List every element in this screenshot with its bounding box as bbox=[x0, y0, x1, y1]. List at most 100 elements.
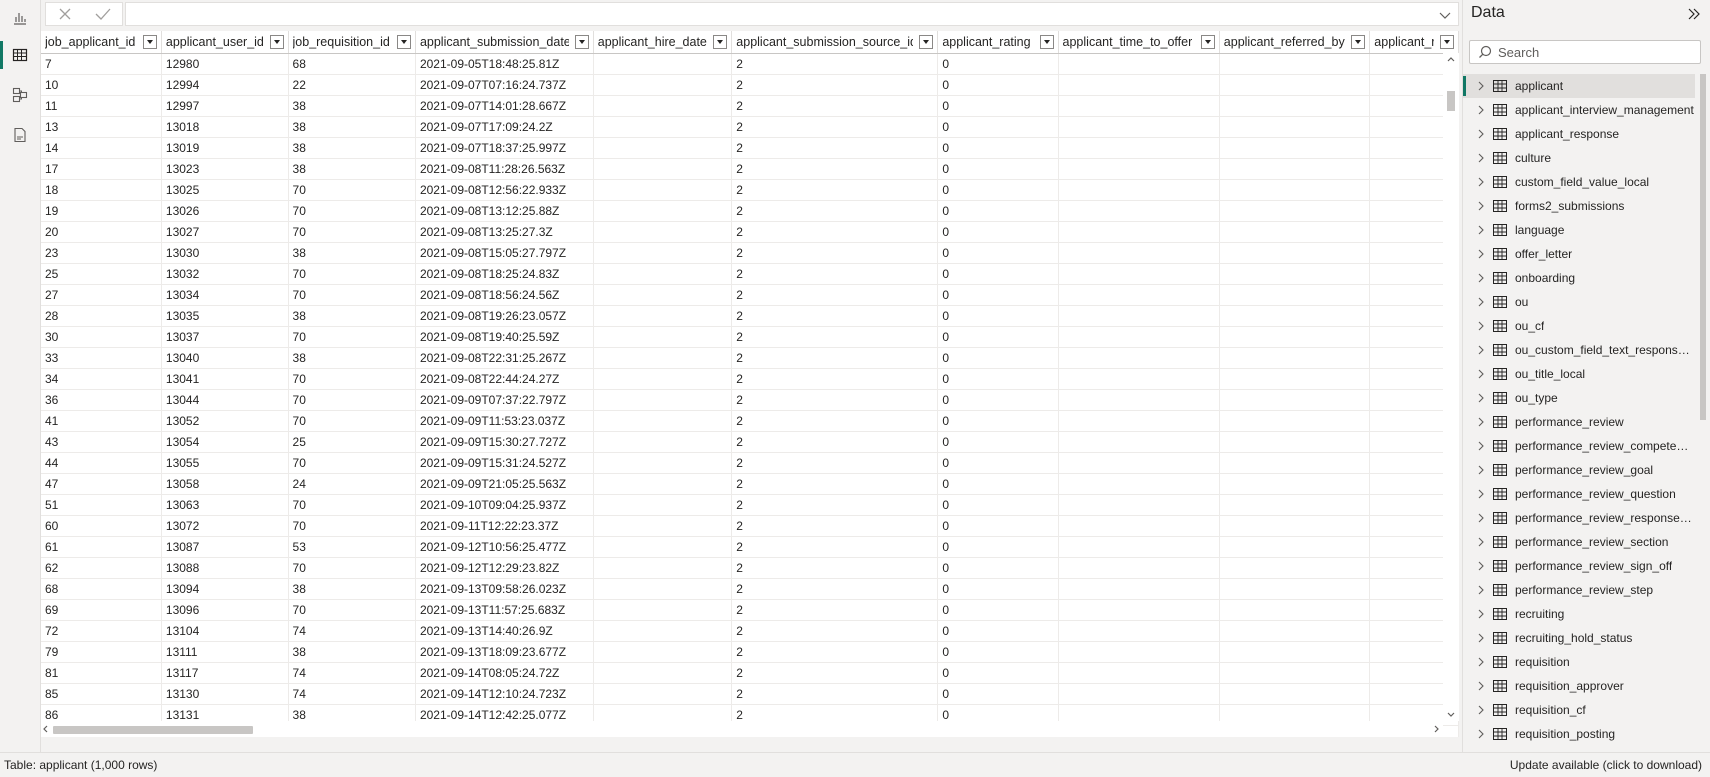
table-cell[interactable]: 12994 bbox=[161, 74, 289, 96]
table-cell[interactable]: 27 bbox=[41, 284, 162, 306]
table-cell[interactable]: 13054 bbox=[161, 431, 289, 453]
table-cell[interactable]: 13026 bbox=[161, 200, 289, 222]
table-cell[interactable]: 13063 bbox=[161, 494, 289, 516]
filter-dropdown-icon[interactable] bbox=[1200, 35, 1215, 49]
table-cell[interactable] bbox=[593, 578, 733, 600]
table-cell[interactable]: 70 bbox=[288, 494, 416, 516]
table-row[interactable]: 33 13040 38 2021-09-08T22:31:25.267Z 2 0 bbox=[41, 347, 1459, 369]
table-cell[interactable]: 41 bbox=[41, 410, 162, 432]
table-list-item[interactable]: language bbox=[1463, 218, 1695, 242]
table-cell[interactable] bbox=[593, 473, 733, 495]
chevron-right-icon[interactable] bbox=[1475, 488, 1487, 500]
table-cell[interactable] bbox=[1058, 74, 1220, 96]
table-cell[interactable]: 2 bbox=[731, 284, 939, 306]
model-view-button[interactable] bbox=[0, 77, 40, 113]
report-view-button[interactable] bbox=[0, 0, 40, 36]
table-cell[interactable]: 13019 bbox=[161, 137, 289, 159]
table-cell[interactable] bbox=[1219, 494, 1371, 516]
table-cell[interactable]: 2021-09-08T11:28:26.563Z bbox=[415, 158, 594, 180]
table-cell[interactable]: 0 bbox=[937, 137, 1059, 159]
table-cell[interactable]: 2021-09-07T17:09:24.2Z bbox=[415, 116, 594, 138]
chevron-right-icon[interactable] bbox=[1475, 296, 1487, 308]
table-cell[interactable] bbox=[1219, 200, 1371, 222]
table-cell[interactable]: 0 bbox=[937, 515, 1059, 537]
table-cell[interactable] bbox=[1058, 242, 1220, 264]
table-cell[interactable] bbox=[1219, 242, 1371, 264]
table-cell[interactable]: 70 bbox=[288, 326, 416, 348]
table-list-item[interactable]: ou_custom_field_text_response_... bbox=[1463, 338, 1695, 362]
table-cell[interactable]: 2021-09-08T22:31:25.267Z bbox=[415, 347, 594, 369]
table-cell[interactable]: 2 bbox=[731, 557, 939, 579]
table-list-item[interactable]: ou_cf bbox=[1463, 314, 1695, 338]
table-cell[interactable]: 2021-09-07T14:01:28.667Z bbox=[415, 95, 594, 117]
table-cell[interactable]: 11 bbox=[41, 95, 162, 117]
table-cell[interactable]: 13032 bbox=[161, 263, 289, 285]
chevron-right-icon[interactable] bbox=[1475, 224, 1487, 236]
filter-dropdown-icon[interactable] bbox=[142, 35, 157, 49]
column-header[interactable]: job_requisition_id bbox=[288, 31, 416, 54]
table-cell[interactable]: 2 bbox=[731, 641, 939, 663]
table-cell[interactable]: 38 bbox=[288, 116, 416, 138]
table-cell[interactable] bbox=[1058, 200, 1220, 222]
table-cell[interactable]: 13111 bbox=[161, 641, 289, 663]
table-cell[interactable] bbox=[593, 389, 733, 411]
table-cell[interactable]: 13094 bbox=[161, 578, 289, 600]
table-cell[interactable] bbox=[1058, 557, 1220, 579]
table-cell[interactable]: 2 bbox=[731, 662, 939, 684]
table-cell[interactable]: 44 bbox=[41, 452, 162, 474]
table-cell[interactable]: 13117 bbox=[161, 662, 289, 684]
table-cell[interactable] bbox=[593, 263, 733, 285]
table-cell[interactable]: 13041 bbox=[161, 368, 289, 390]
table-cell[interactable] bbox=[593, 599, 733, 621]
column-header[interactable]: applicant_hire_date bbox=[593, 31, 733, 54]
pane-scroll-thumb[interactable] bbox=[1700, 74, 1706, 420]
table-cell[interactable] bbox=[1058, 347, 1220, 369]
table-cell[interactable]: 0 bbox=[937, 53, 1059, 75]
table-cell[interactable]: 70 bbox=[288, 200, 416, 222]
table-cell[interactable]: 13055 bbox=[161, 452, 289, 474]
table-cell[interactable]: 2 bbox=[731, 305, 939, 327]
table-cell[interactable] bbox=[1058, 494, 1220, 516]
table-row[interactable]: 34 13041 70 2021-09-08T22:44:24.27Z 2 0 bbox=[41, 368, 1459, 390]
chevron-right-icon[interactable] bbox=[1475, 320, 1487, 332]
table-cell[interactable]: 0 bbox=[937, 683, 1059, 705]
filter-dropdown-icon[interactable] bbox=[1440, 35, 1454, 49]
table-cell[interactable] bbox=[593, 494, 733, 516]
table-row[interactable]: 11 12997 38 2021-09-07T14:01:28.667Z 2 0 bbox=[41, 95, 1459, 117]
table-cell[interactable]: 0 bbox=[937, 620, 1059, 642]
table-cell[interactable] bbox=[1219, 326, 1371, 348]
table-row[interactable]: 44 13055 70 2021-09-09T15:31:24.527Z 2 0 bbox=[41, 452, 1459, 474]
table-cell[interactable]: 14 bbox=[41, 137, 162, 159]
table-list-item[interactable]: ou_type bbox=[1463, 386, 1695, 410]
table-list-item[interactable]: ou_title_local bbox=[1463, 362, 1695, 386]
table-list-item[interactable]: performance_review_goal bbox=[1463, 458, 1695, 482]
table-cell[interactable] bbox=[1219, 158, 1371, 180]
table-cell[interactable]: 70 bbox=[288, 410, 416, 432]
table-cell[interactable]: 18 bbox=[41, 179, 162, 201]
table-cell[interactable]: 2 bbox=[731, 599, 939, 621]
column-header[interactable]: applicant_submission_date bbox=[415, 31, 594, 54]
table-row[interactable]: 43 13054 25 2021-09-09T15:30:27.727Z 2 0 bbox=[41, 431, 1459, 453]
grid-horizontal-scrollbar[interactable] bbox=[41, 721, 1443, 737]
table-cell[interactable]: 70 bbox=[288, 452, 416, 474]
table-cell[interactable]: 20 bbox=[41, 221, 162, 243]
table-row[interactable]: 47 13058 24 2021-09-09T21:05:25.563Z 2 0 bbox=[41, 473, 1459, 495]
table-cell[interactable]: 74 bbox=[288, 683, 416, 705]
table-cell[interactable]: 2 bbox=[731, 179, 939, 201]
table-cell[interactable] bbox=[593, 410, 733, 432]
table-cell[interactable] bbox=[593, 452, 733, 474]
table-row[interactable]: 85 13130 74 2021-09-14T12:10:24.723Z 2 0 bbox=[41, 683, 1459, 705]
table-cell[interactable]: 2021-09-08T15:05:27.797Z bbox=[415, 242, 594, 264]
table-cell[interactable]: 19 bbox=[41, 200, 162, 222]
table-cell[interactable]: 13037 bbox=[161, 326, 289, 348]
table-cell[interactable]: 2021-09-12T10:56:25.477Z bbox=[415, 536, 594, 558]
table-cell[interactable]: 2 bbox=[731, 452, 939, 474]
chevron-right-icon[interactable] bbox=[1475, 200, 1487, 212]
table-cell[interactable]: 2 bbox=[731, 116, 939, 138]
table-cell[interactable] bbox=[1058, 620, 1220, 642]
table-list-item[interactable]: recruiting_hold_status bbox=[1463, 626, 1695, 650]
table-list-item[interactable]: requisition_posting bbox=[1463, 722, 1695, 746]
table-cell[interactable]: 2021-09-13T18:09:23.677Z bbox=[415, 641, 594, 663]
table-cell[interactable] bbox=[1058, 53, 1220, 75]
table-cell[interactable]: 0 bbox=[937, 74, 1059, 96]
